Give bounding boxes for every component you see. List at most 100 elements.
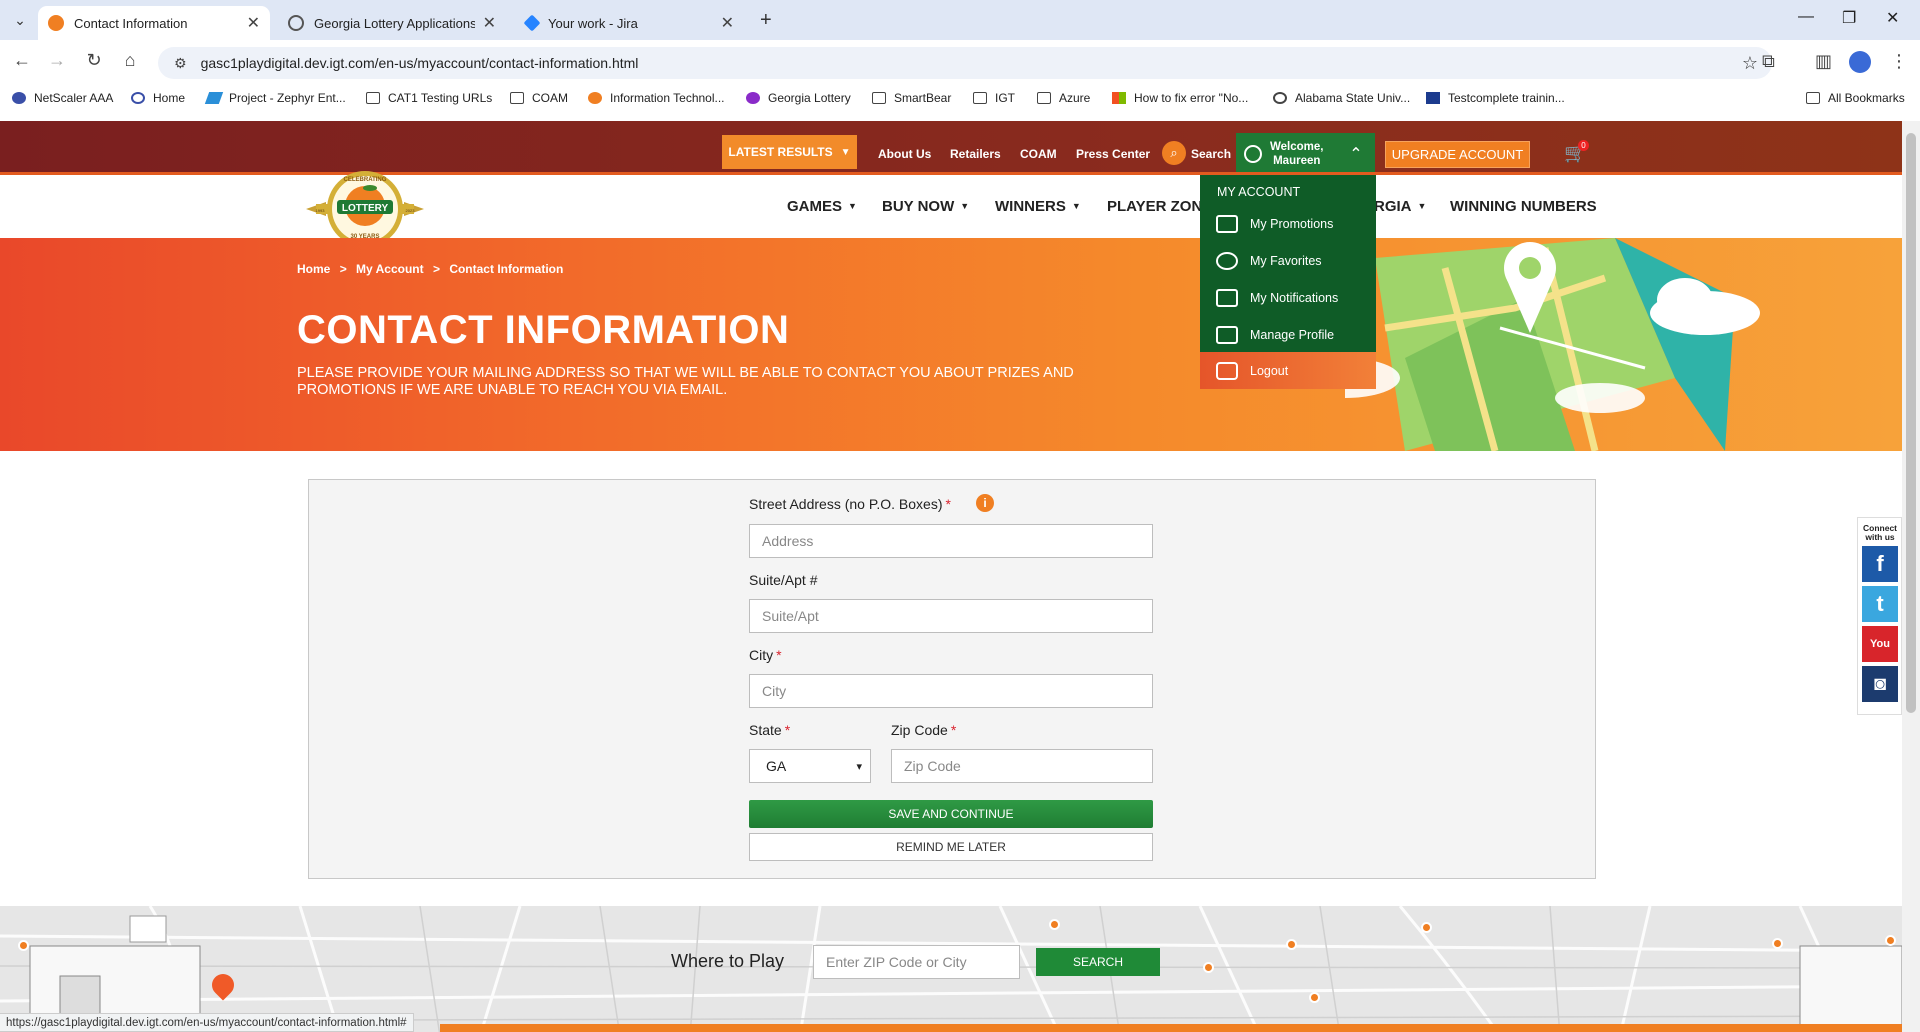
browser-toolbar: ← → ↻ ⌂ ⚙ gasc1playdigital.dev.igt.com/e… [0,40,1920,84]
bookmark-testcomplete[interactable]: Testcomplete trainin... [1426,91,1565,105]
nav-buy-now[interactable]: BUY NOW ▼ [882,198,969,215]
search-icon[interactable]: ⌕ [1162,141,1186,165]
tab-jira[interactable]: Your work - Jira ✕ [516,6,744,40]
instagram-icon[interactable]: ◙ [1862,666,1898,702]
tab-contact-information[interactable]: Contact Information ✕ [38,6,270,40]
bookmark-georgia-lottery[interactable]: Georgia Lottery [746,91,851,105]
bookmark-label: Azure [1059,91,1091,105]
bookmark-alabama-state[interactable]: Alabama State Univ... [1273,91,1410,105]
close-tab-icon[interactable]: ✕ [483,13,496,33]
bookmark-star-icon[interactable]: ☆ [1742,53,1758,74]
nav-player-zone[interactable]: PLAYER ZONE [1107,198,1212,215]
home-button[interactable]: ⌂ [118,50,142,71]
bookmark-label: Georgia Lottery [768,91,851,105]
state-select[interactable]: GA ▾ [749,749,871,783]
scrollbar-thumb[interactable] [1906,133,1916,713]
retailers-link[interactable]: Retailers [950,147,1001,161]
map-pin-icon [18,940,29,951]
menu-my-notifications[interactable]: My Notifications [1200,279,1376,316]
bookmark-label: All Bookmarks [1828,91,1905,105]
forward-button[interactable]: → [45,50,69,71]
about-us-link[interactable]: About Us [878,147,931,161]
upgrade-account-button[interactable]: UPGRADE ACCOUNT [1385,141,1530,168]
street-address-input[interactable]: Address [749,524,1153,558]
url-text: gasc1playdigital.dev.igt.com/en-us/myacc… [200,55,639,71]
nav-georgia[interactable]: RGIA ▼ [1374,198,1426,215]
bookmark-coam[interactable]: COAM [510,91,568,105]
account-menu-toggle[interactable]: ⌃ [1337,133,1375,175]
map-pin-icon [1203,962,1214,973]
close-window-icon[interactable]: ✕ [1886,8,1899,28]
footer-accent-bar [440,1024,1902,1032]
caret-down-icon: ▼ [848,201,857,211]
user-icon [1244,145,1262,163]
breadcrumb: Home > My Account > Contact Information [297,262,569,276]
menu-my-promotions[interactable]: My Promotions [1200,205,1376,242]
breadcrumb-home[interactable]: Home [297,262,330,276]
bookmark-cat1[interactable]: CAT1 Testing URLs [366,91,492,105]
twitter-icon[interactable]: t [1862,586,1898,622]
nav-label: RGIA [1374,198,1412,215]
page-viewport: LATEST RESULTS ▼ About Us Retailers COAM … [0,121,1902,1032]
nav-winning-numbers[interactable]: WINNING NUMBERS [1450,198,1597,215]
zip-code-input[interactable]: Zip Code [891,749,1153,783]
menu-manage-profile[interactable]: Manage Profile [1200,316,1376,353]
menu-my-favorites[interactable]: My Favorites [1200,242,1376,279]
press-center-link[interactable]: Press Center [1076,147,1150,161]
address-bar[interactable]: ⚙ gasc1playdigital.dev.igt.com/en-us/mya… [158,47,1772,79]
latest-results-button[interactable]: LATEST RESULTS ▼ [722,135,857,169]
bookmark-home[interactable]: Home [131,91,185,105]
zip-city-search-input[interactable]: Enter ZIP Code or City [813,945,1020,979]
side-panel-icon[interactable]: ▥ [1815,51,1832,72]
bookmark-label: NetScaler AAA [34,91,114,105]
zip-code-label: Zip Code * [891,722,956,738]
welcome-account-button[interactable]: Welcome, Maureen [1236,133,1337,175]
page-scrollbar[interactable] [1902,121,1920,1032]
browser-menu-icon[interactable]: ⋮ [1890,51,1908,72]
minimize-icon[interactable]: — [1798,8,1814,26]
city-input[interactable]: City [749,674,1153,708]
where-to-play-label: Where to Play [671,951,785,971]
map-pin-icon [1421,922,1432,933]
search-link[interactable]: Search [1191,147,1231,161]
youtube-icon[interactable]: You [1862,626,1898,662]
bookmark-netscaler[interactable]: NetScaler AAA [12,91,113,105]
profile-avatar[interactable] [1849,51,1871,73]
close-tab-icon[interactable]: ✕ [721,13,734,33]
link-status-bar: https://gasc1playdigital.dev.igt.com/en-… [0,1013,414,1032]
close-tab-icon[interactable]: ✕ [247,13,260,33]
nav-winners[interactable]: WINNERS ▼ [995,198,1081,215]
breadcrumb-my-account[interactable]: My Account [356,262,424,276]
bookmark-azure[interactable]: Azure [1037,91,1090,105]
required-asterisk: * [945,496,951,512]
coam-link[interactable]: COAM [1020,147,1057,161]
back-button[interactable]: ← [10,50,34,71]
reload-button[interactable]: ↻ [82,50,106,71]
menu-logout[interactable]: Logout [1200,352,1376,389]
facebook-icon[interactable]: f [1862,546,1898,582]
remind-me-later-button[interactable]: REMIND ME LATER [749,833,1153,861]
folder-icon [973,92,987,104]
new-tab-button[interactable]: + [760,9,772,32]
suite-apt-input[interactable]: Suite/Apt [749,599,1153,633]
bookmark-zephyr[interactable]: Project - Zephyr Ent... [204,91,346,105]
tab-search-button[interactable]: ⌄ [8,8,32,32]
save-and-continue-button[interactable]: SAVE AND CONTINUE [749,800,1153,828]
required-asterisk: * [950,722,957,738]
restore-icon[interactable]: ❐ [1842,8,1856,28]
all-bookmarks[interactable]: All Bookmarks [1806,91,1905,105]
info-icon[interactable]: i [976,494,994,512]
bookmark-smartbear[interactable]: SmartBear [872,91,951,105]
bookmark-how-to-fix[interactable]: How to fix error "No... [1112,91,1248,105]
site-info-icon[interactable]: ⚙ [174,55,187,72]
logout-icon [1216,361,1238,380]
heart-icon [1216,251,1238,270]
extensions-icon[interactable]: ⧉ [1762,51,1775,72]
globe-favicon-icon [288,15,304,31]
nav-games[interactable]: GAMES ▼ [787,198,857,215]
tab-georgia-lottery-applications[interactable]: Georgia Lottery Applications ✕ [278,6,506,40]
bookmark-information-technology[interactable]: Information Technol... [588,91,725,105]
menu-label: My Favorites [1250,253,1322,268]
bookmark-igt[interactable]: IGT [973,91,1015,105]
where-to-play-search-button[interactable]: SEARCH [1036,948,1160,976]
